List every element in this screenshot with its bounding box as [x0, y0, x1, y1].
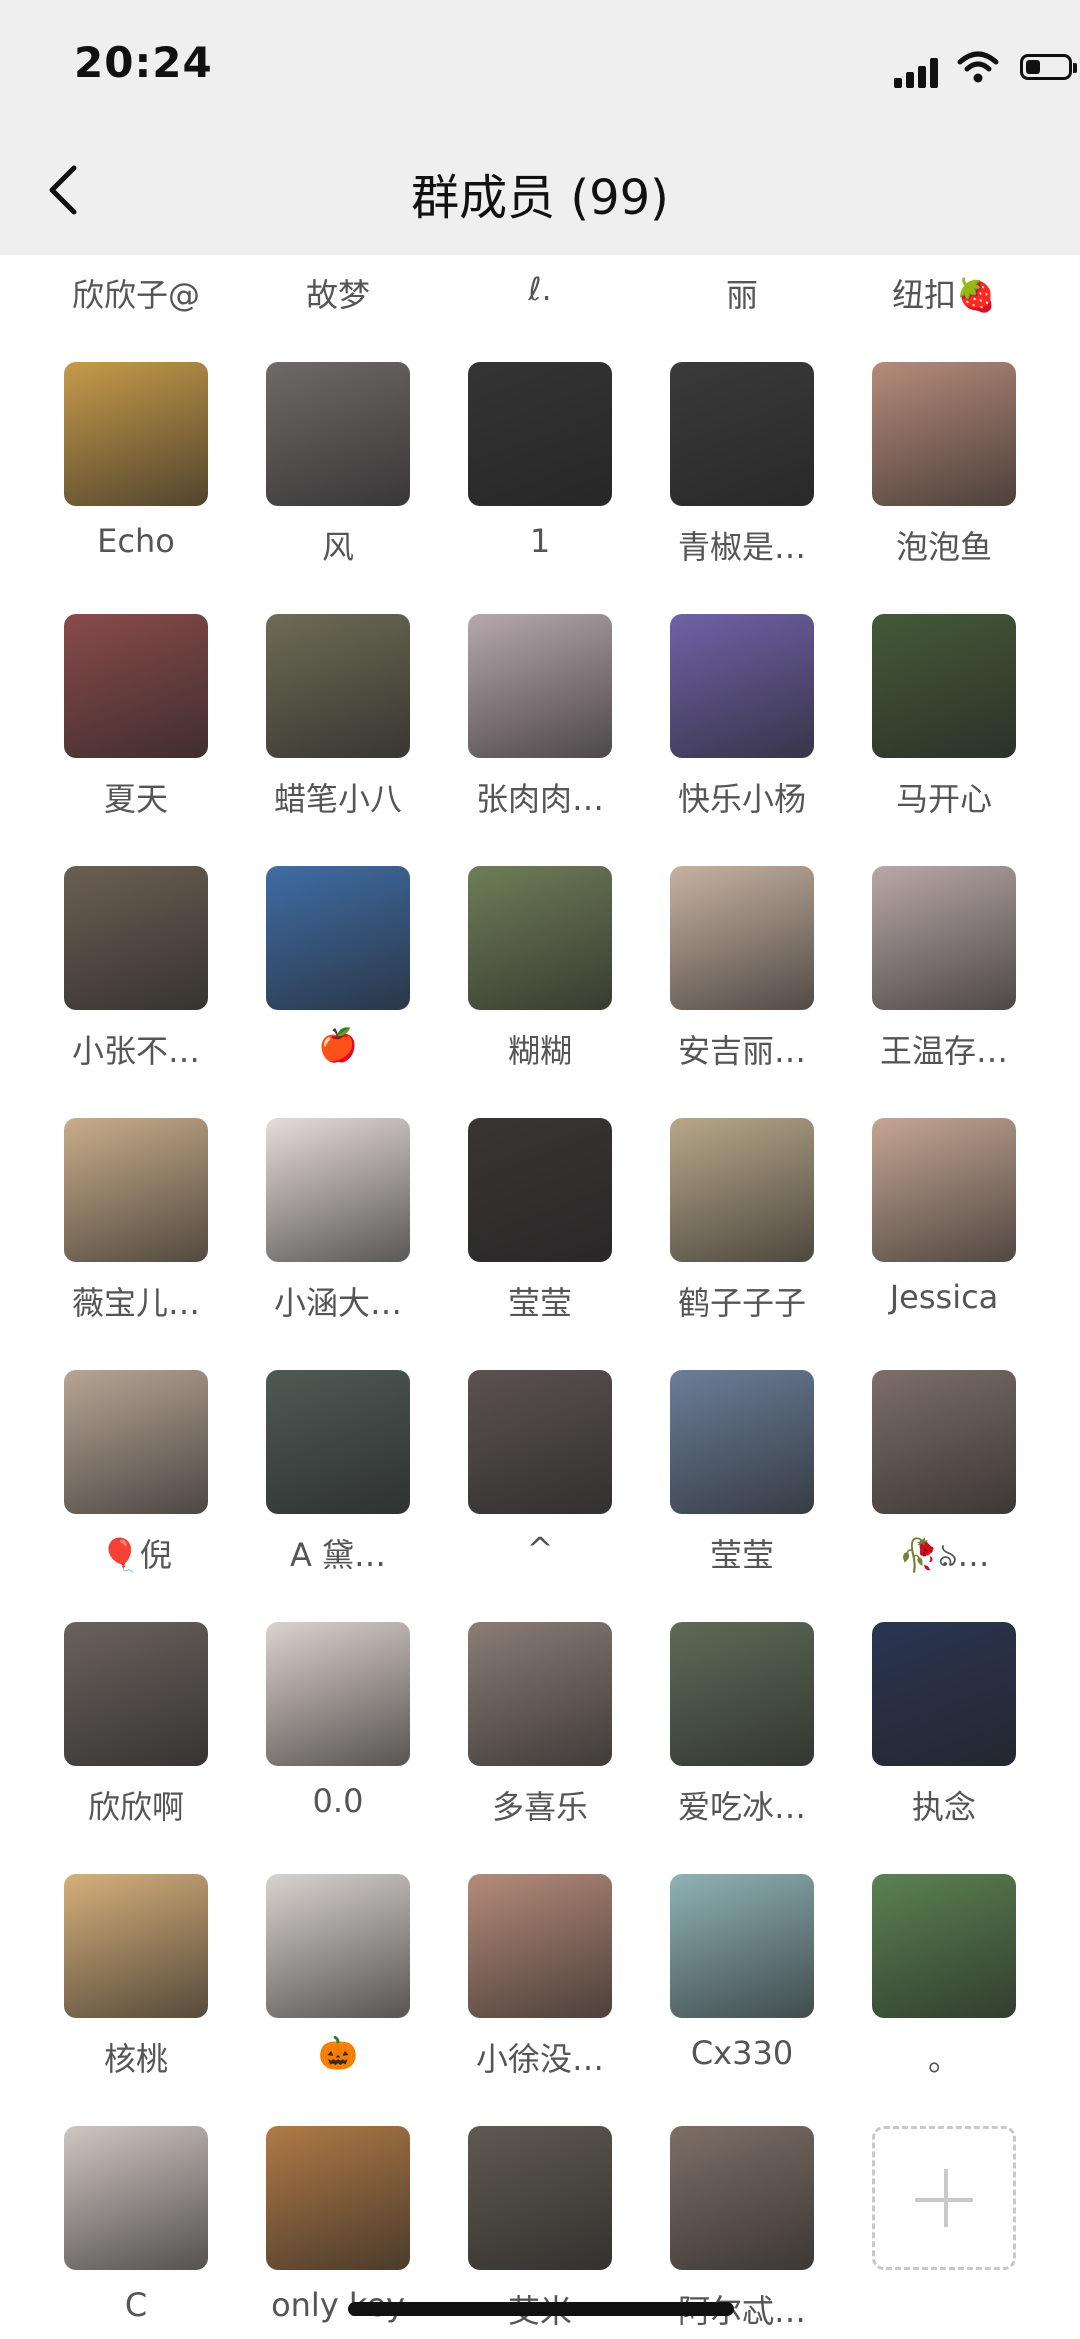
avatar[interactable]	[872, 1874, 1016, 2018]
avatar[interactable]	[670, 1622, 814, 1766]
signal-icon	[894, 54, 944, 88]
avatar[interactable]	[64, 1118, 208, 1262]
avatar[interactable]	[468, 1118, 612, 1262]
member-name: 鹤子子子	[677, 1284, 806, 1322]
avatar[interactable]	[872, 614, 1016, 758]
member-name: 🎈倪	[100, 1536, 172, 1574]
member-name: 泡泡鱼	[895, 528, 992, 566]
avatar[interactable]	[266, 866, 410, 1010]
member-name: 多喜乐	[491, 1788, 588, 1826]
member-name: 1	[529, 522, 551, 560]
avatar[interactable]	[872, 362, 1016, 506]
avatar[interactable]	[670, 362, 814, 506]
avatar[interactable]	[468, 1874, 612, 2018]
avatar[interactable]	[64, 866, 208, 1010]
member-name: 小张不…	[71, 1032, 200, 1070]
member-name: 欣欣啊	[87, 1788, 184, 1826]
member-name: 夏天	[103, 780, 168, 818]
member-name: 王温存…	[879, 1032, 1008, 1070]
page-title: 群成员 (99)	[411, 170, 669, 226]
member-name: 🍎	[318, 1026, 358, 1064]
avatar[interactable]	[468, 2126, 612, 2270]
member-name: 爱吃冰…	[677, 1788, 806, 1826]
member-name: 莹莹	[507, 1284, 572, 1322]
member-name: 核桃	[103, 2040, 168, 2078]
avatar[interactable]	[468, 1370, 612, 1514]
member-name: 。	[927, 2040, 960, 2078]
avatar[interactable]	[468, 362, 612, 506]
avatar[interactable]	[266, 1118, 410, 1262]
member-name: 张肉肉…	[475, 780, 604, 818]
avatar[interactable]	[64, 1622, 208, 1766]
avatar[interactable]	[64, 362, 208, 506]
member-name[interactable]: 纽扣🍓	[836, 270, 1052, 316]
member-name: 马开心	[895, 780, 992, 818]
member-name: Echo	[97, 522, 175, 560]
member-name: 执念	[911, 1788, 976, 1826]
member-name: 蜡笔小八	[273, 780, 402, 818]
avatar[interactable]	[64, 614, 208, 758]
avatar[interactable]	[64, 1874, 208, 2018]
avatar[interactable]	[670, 614, 814, 758]
member-name[interactable]: 欣欣子@	[28, 270, 244, 316]
member-name: Cx330	[690, 2034, 794, 2072]
home-indicator	[348, 2302, 734, 2316]
member-name: 安吉丽…	[677, 1032, 806, 1070]
member-name: 风	[321, 528, 354, 566]
member-name: 🥀ঌ…	[898, 1536, 990, 1574]
avatar[interactable]	[670, 2126, 814, 2270]
avatar[interactable]	[872, 866, 1016, 1010]
member-name: 糊糊	[507, 1032, 572, 1070]
avatar[interactable]	[872, 1370, 1016, 1514]
avatar[interactable]	[468, 1622, 612, 1766]
avatar[interactable]	[468, 866, 612, 1010]
avatar[interactable]	[872, 1622, 1016, 1766]
avatar[interactable]	[670, 1118, 814, 1262]
avatar[interactable]	[266, 1622, 410, 1766]
member-name: 小徐没…	[475, 2040, 604, 2078]
member-name: 0.0	[312, 1782, 364, 1820]
member-name: ^	[526, 1530, 554, 1568]
avatar[interactable]	[872, 1118, 1016, 1262]
battery-icon	[1020, 54, 1077, 80]
member-name[interactable]: 丽	[634, 270, 850, 316]
member-name: 青椒是…	[677, 528, 806, 566]
member-name[interactable]: 故梦	[230, 270, 446, 316]
avatar[interactable]	[670, 866, 814, 1010]
avatar[interactable]	[670, 1370, 814, 1514]
avatar[interactable]	[266, 1874, 410, 2018]
member-name: 快乐小杨	[677, 780, 806, 818]
member-name: C	[124, 2286, 148, 2324]
avatar[interactable]	[64, 2126, 208, 2270]
member-name[interactable]: ℓ.	[432, 270, 648, 308]
member-name: 🎃	[318, 2034, 358, 2072]
add-member-button[interactable]	[872, 2126, 1016, 2270]
member-name: 薇宝儿…	[71, 1284, 200, 1322]
nav-header: 20:24 群成员 (99)	[0, 0, 1080, 255]
member-name: 小涵大…	[273, 1284, 402, 1322]
avatar[interactable]	[266, 1370, 410, 1514]
avatar[interactable]	[670, 1874, 814, 2018]
status-time: 20:24	[74, 38, 213, 87]
avatar[interactable]	[468, 614, 612, 758]
avatar[interactable]	[64, 1370, 208, 1514]
avatar[interactable]	[266, 362, 410, 506]
wifi-icon	[957, 51, 999, 83]
member-name: A 黛…	[289, 1536, 387, 1574]
member-name: Jessica	[889, 1278, 999, 1316]
avatar[interactable]	[266, 2126, 410, 2270]
member-name: 莹莹	[709, 1536, 774, 1574]
avatar[interactable]	[266, 614, 410, 758]
